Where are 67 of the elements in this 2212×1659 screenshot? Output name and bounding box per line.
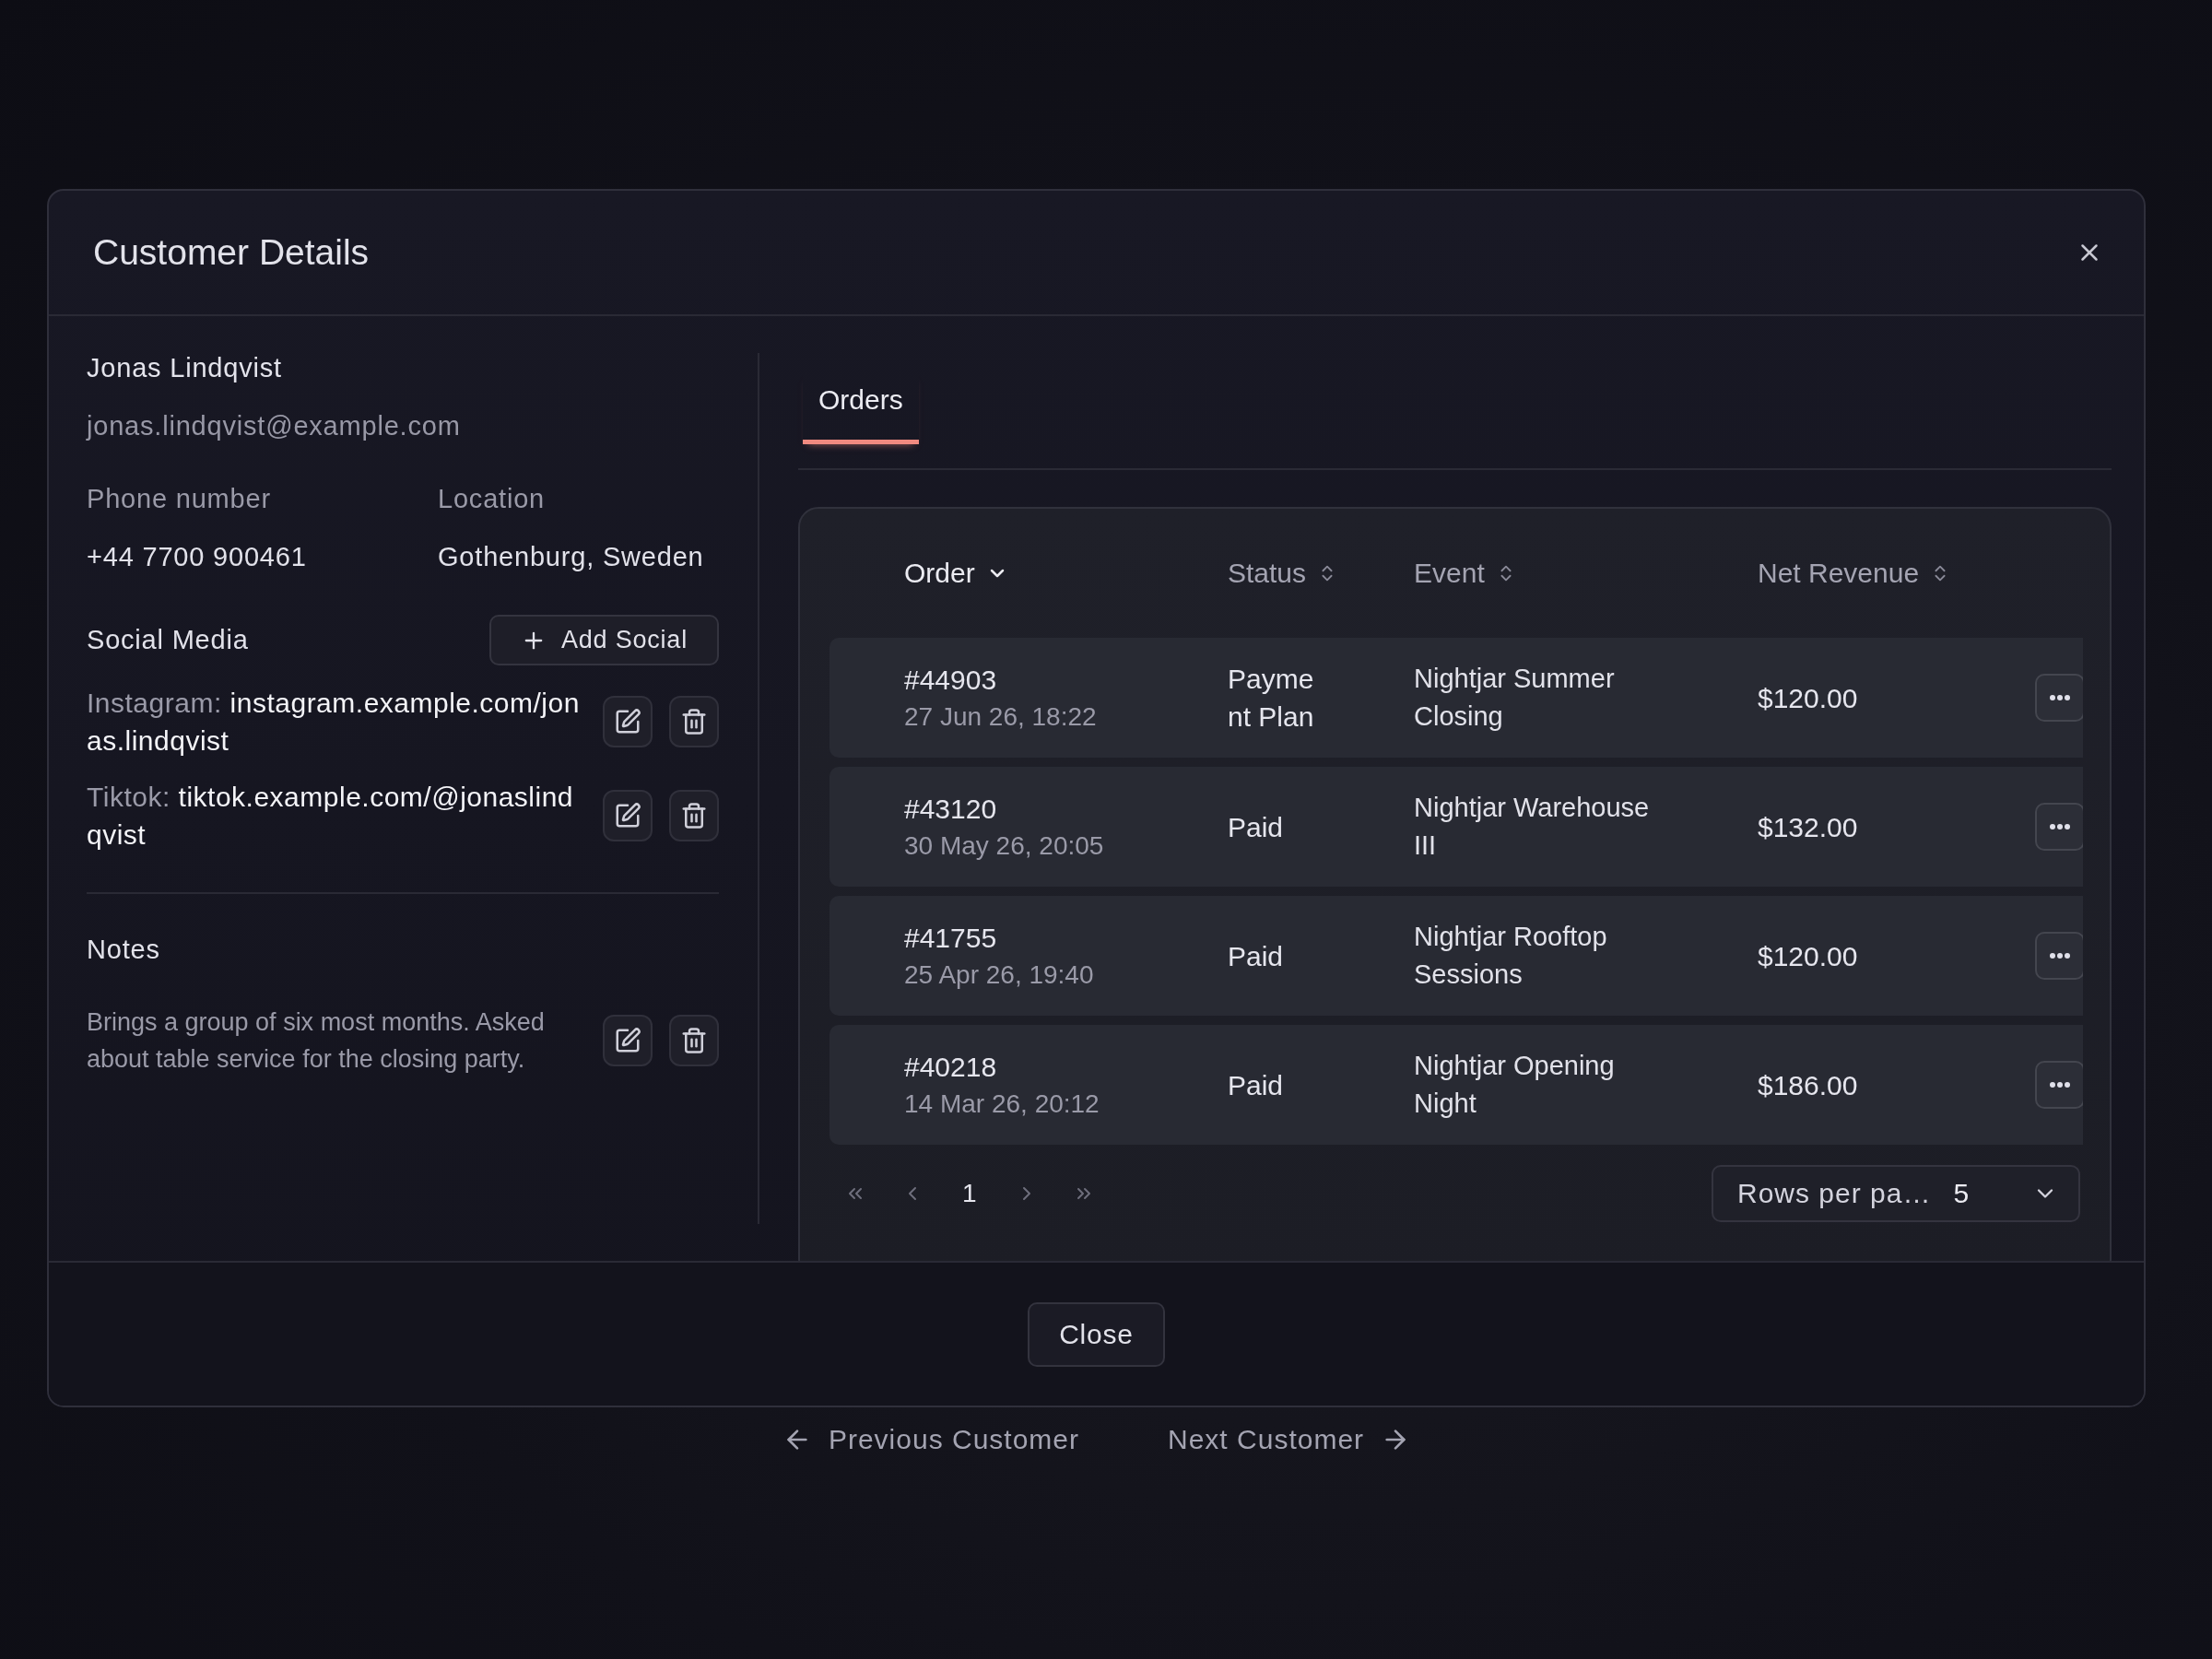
order-revenue: $132.00 <box>1758 810 1859 844</box>
order-event: Nightjar Summer Closing <box>1414 663 1616 733</box>
pencil-icon <box>614 1027 641 1054</box>
tab[interactable]: Orders <box>803 371 919 444</box>
social-link-text: Tiktok: tiktok.example.com/@jonaslindqvist <box>87 781 575 852</box>
field-value: Gothenburg, Sweden <box>438 542 705 572</box>
order-status: Paid <box>1228 939 1285 973</box>
delete-button[interactable] <box>669 790 719 841</box>
page-number[interactable]: 1 <box>953 1179 986 1208</box>
more-button[interactable] <box>2035 803 2083 851</box>
order-status: Payment Plan <box>1228 663 1315 734</box>
add-social-button[interactable]: Add Social <box>488 615 719 665</box>
order-row[interactable]: #40218 14 Mar 26, 20:12 Paid Nightjar Opening Night $186.00 <box>830 1025 2083 1145</box>
field-value: +44 7700 900461 <box>87 542 308 572</box>
order-date: 25 Apr 26, 19:40 <box>904 959 1095 991</box>
order-status: Paid <box>1228 1068 1285 1102</box>
order-date: 30 May 26, 20:05 <box>904 830 1105 862</box>
column-header[interactable]: Event <box>1414 558 1516 589</box>
customer-email: jonas.lindqvist@example.com <box>87 411 462 441</box>
rows-per-page-select[interactable]: Rows per pa… 5 <box>1712 1165 2080 1222</box>
trash-icon <box>680 708 708 735</box>
order-event: Nightjar Opening Night <box>1414 1050 1616 1120</box>
ellipsis-icon <box>2050 695 2070 700</box>
edit-button[interactable] <box>603 1015 653 1066</box>
column-header[interactable]: Order <box>904 558 1008 589</box>
order-revenue: $120.00 <box>1758 939 1859 973</box>
close-button[interactable]: Close <box>1028 1301 1165 1367</box>
order-date: 14 Mar 26, 20:12 <box>904 1088 1100 1120</box>
pencil-icon <box>614 708 641 735</box>
order-number: #41755 <box>904 921 998 955</box>
order-number: #44903 <box>904 663 998 697</box>
customer-name: Jonas Lindqvist <box>87 353 283 383</box>
ellipsis-icon <box>2050 1082 2070 1088</box>
trash-icon <box>680 802 708 830</box>
order-number: #40218 <box>904 1050 998 1084</box>
pencil-icon <box>614 802 641 830</box>
edit-button[interactable] <box>603 790 653 841</box>
order-row[interactable]: #41755 25 Apr 26, 19:40 Paid Nightjar Rooftop Sessions $120.00 <box>830 896 2083 1016</box>
column-header[interactable]: Status <box>1228 558 1338 589</box>
column-header[interactable]: Net Revenue <box>1758 558 1951 589</box>
section-title: Notes <box>87 935 161 965</box>
order-status: Paid <box>1228 810 1285 844</box>
edit-button[interactable] <box>603 696 653 747</box>
more-button[interactable] <box>2035 674 2083 722</box>
previous-customer-button[interactable]: Previous Customer <box>782 1424 1079 1455</box>
trash-icon <box>680 1027 708 1054</box>
field-label: Location <box>438 484 547 514</box>
more-button[interactable] <box>2035 1061 2083 1109</box>
ellipsis-icon <box>2050 953 2070 959</box>
order-revenue: $186.00 <box>1758 1068 1859 1102</box>
social-link-text: Instagram: instagram.example.com/jonas.lindqvist <box>87 687 581 758</box>
delete-button[interactable] <box>669 696 719 747</box>
more-button[interactable] <box>2035 932 2083 980</box>
order-row[interactable]: #43120 30 May 26, 20:05 Paid Nightjar Warehouse III $132.00 <box>830 767 2083 887</box>
section-title: Social Media <box>87 625 249 655</box>
next-customer-button[interactable]: Next Customer <box>1168 1424 1411 1455</box>
delete-button[interactable] <box>669 1015 719 1066</box>
ellipsis-icon <box>2050 824 2070 830</box>
order-row[interactable]: #44903 27 Jun 26, 18:22 Payment Plan Nightjar Summer Closing $120.00 <box>830 638 2083 758</box>
order-event: Nightjar Rooftop Sessions <box>1414 921 1608 991</box>
order-date: 27 Jun 26, 18:22 <box>904 700 1098 733</box>
field-label: Phone number <box>87 484 272 514</box>
order-revenue: $120.00 <box>1758 681 1859 715</box>
dialog-title: Customer Details <box>93 232 370 273</box>
notes-text: Brings a group of six most months. Asked about table service for the closing party. <box>87 1007 546 1075</box>
order-number: #43120 <box>904 792 998 826</box>
order-event: Nightjar Warehouse III <box>1414 792 1651 862</box>
